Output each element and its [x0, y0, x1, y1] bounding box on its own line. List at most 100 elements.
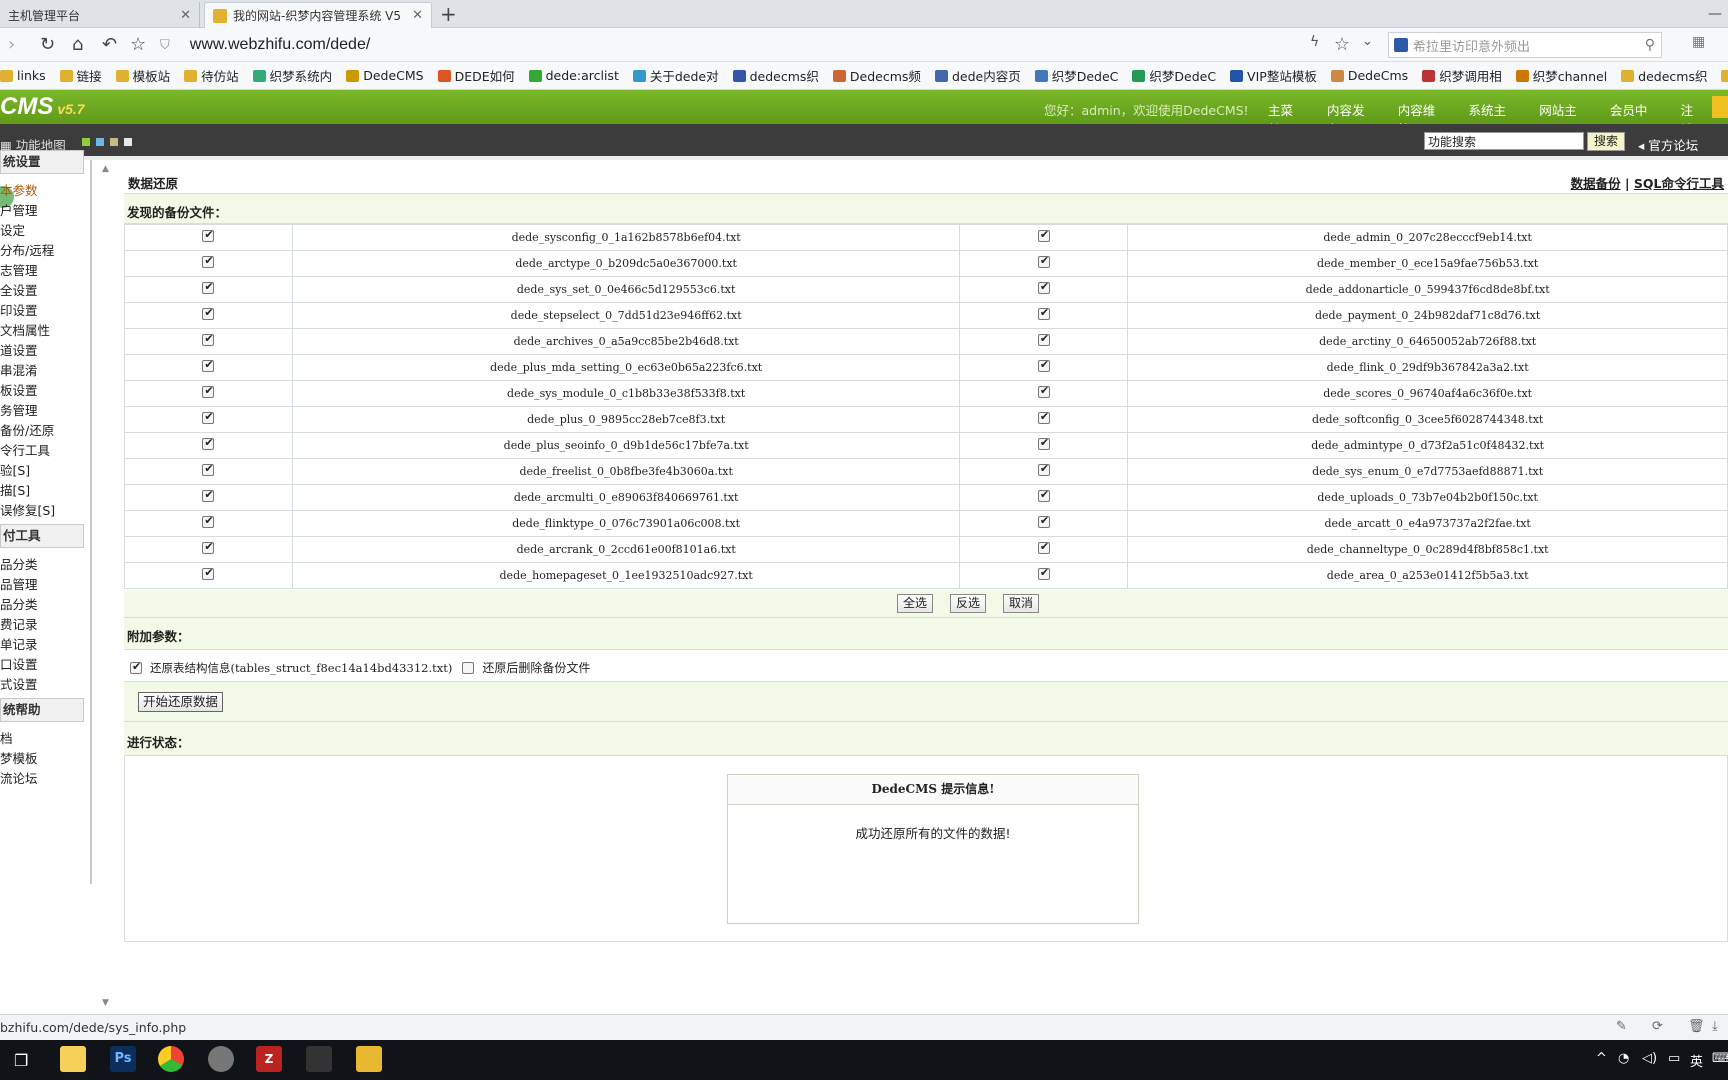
menu-item[interactable]: 验[S] — [0, 460, 30, 479]
close-icon[interactable]: ✕ — [180, 8, 191, 23]
tab-dedecms[interactable]: 我的网站-织梦内容管理系统 V5 ✕ — [204, 2, 432, 28]
bookmark-item[interactable]: dedecms织 — [1621, 66, 1707, 85]
task-view-icon[interactable]: ❐ — [14, 1051, 28, 1070]
bookmark-item[interactable]: 织梦DedeC — [1132, 66, 1216, 85]
file-checkbox[interactable] — [202, 410, 215, 424]
pin-icon[interactable]: ✎ — [1616, 1019, 1627, 1034]
tab-host-panel[interactable]: 主机管理平台 ✕ — [0, 2, 200, 28]
menu-item[interactable]: 令行工具 — [0, 440, 50, 459]
menu-item[interactable]: 品管理 — [0, 574, 38, 593]
photoshop-icon[interactable]: Ps — [110, 1046, 136, 1072]
search-input[interactable]: 希拉里访印意外频出 ⚲ — [1388, 32, 1662, 58]
bookmark-item[interactable]: 关于dede对 — [632, 66, 719, 85]
download-icon[interactable]: ⤓ — [1712, 1019, 1718, 1034]
header-tab-edge[interactable] — [1712, 96, 1728, 118]
menu-item[interactable]: 品分类 — [0, 554, 38, 573]
menu-item[interactable]: 板设置 — [0, 380, 38, 399]
menu-item[interactable]: 误修复[S] — [0, 500, 55, 519]
bookmark-item[interactable]: 织梦调用相 — [1422, 66, 1502, 85]
start-restore-button[interactable]: 开始还原数据 — [138, 692, 224, 712]
bookmark-item[interactable]: DedeCMS — [346, 68, 424, 83]
menu-item[interactable]: 务管理 — [0, 400, 38, 419]
cancel-selection-button[interactable]: 取消 — [1003, 594, 1040, 613]
file-checkbox[interactable] — [1037, 228, 1050, 242]
bookmark-item[interactable]: VIP整站模板 — [1230, 66, 1317, 85]
select-all-button[interactable]: 全选 — [897, 594, 934, 613]
menu-item[interactable]: 口设置 — [0, 654, 38, 673]
menu-item[interactable]: 本参数 — [0, 180, 38, 199]
file-checkbox[interactable] — [1037, 306, 1050, 320]
star-icon[interactable]: ☆ — [130, 34, 146, 55]
bookmark-item[interactable]: Dedecms频 — [832, 66, 921, 85]
skin-green-swatch[interactable] — [82, 138, 90, 146]
bookmark-star-icon[interactable]: ☆ — [1334, 34, 1350, 55]
undo-icon[interactable]: ↶ — [102, 34, 117, 55]
close-icon[interactable]: ✕ — [412, 8, 423, 23]
bookmark-item[interactable]: dede:arclist — [528, 68, 619, 83]
menu-item[interactable]: 串混淆 — [0, 360, 38, 379]
file-checkbox[interactable] — [1037, 332, 1050, 346]
bookmark-item[interactable]: 链接 — [59, 66, 102, 85]
filezilla-icon[interactable]: Z — [256, 1046, 282, 1072]
keyboard-icon[interactable]: ⌨ — [1712, 1051, 1728, 1066]
bookmark-item[interactable]: DEDE如何 — [437, 66, 515, 85]
tray-app-icon[interactable]: ◔ — [1618, 1051, 1629, 1066]
sql-tool-link[interactable]: SQL命令行工具 — [1634, 176, 1724, 191]
file-checkbox[interactable] — [1037, 280, 1050, 294]
file-checkbox[interactable] — [202, 436, 215, 450]
file-checkbox[interactable] — [202, 566, 215, 580]
menu-section-header[interactable]: 统设置 — [0, 150, 84, 174]
file-checkbox[interactable] — [202, 254, 215, 268]
menu-item[interactable]: 描[S] — [0, 480, 30, 499]
user-app-icon[interactable] — [208, 1046, 234, 1072]
network-icon[interactable]: ▭ — [1668, 1051, 1680, 1066]
file-checkbox[interactable] — [202, 306, 215, 320]
skin-blue-swatch[interactable] — [96, 138, 104, 146]
file-checkbox[interactable] — [1037, 436, 1050, 450]
tray-caret[interactable]: ^ — [1596, 1051, 1607, 1066]
bookmark-item[interactable]: 织梦channel — [1515, 66, 1607, 85]
file-checkbox[interactable] — [1037, 254, 1050, 268]
url-field[interactable]: ⛉ www.webzhifu.com/dede/ — [160, 32, 1360, 58]
bookmark-item[interactable]: dedecms织 — [732, 66, 819, 85]
bookmark-item[interactable]: dede内容页 — [934, 66, 1021, 85]
file-checkbox[interactable] — [1037, 358, 1050, 372]
menu-item[interactable]: 式设置 — [0, 674, 38, 693]
official-forum-link[interactable]: ◂ 官方论坛 — [1638, 135, 1698, 154]
file-checkbox[interactable] — [202, 488, 215, 502]
bookmark-item[interactable]: DedeCms — [1330, 68, 1408, 83]
search-icon[interactable]: ⚲ — [1645, 37, 1655, 53]
menu-item[interactable]: 志管理 — [0, 260, 38, 279]
function-search-input[interactable]: 功能搜索 — [1424, 132, 1584, 150]
file-checkbox[interactable] — [202, 540, 215, 554]
lightning-icon[interactable]: ϟ — [1310, 34, 1319, 50]
menu-section-header[interactable]: 统帮助 — [0, 698, 84, 722]
file-checkbox[interactable] — [202, 332, 215, 346]
file-checkbox[interactable] — [1037, 384, 1050, 398]
file-checkbox[interactable] — [1037, 410, 1050, 424]
menu-item[interactable]: 户管理 — [0, 200, 38, 219]
menu-item[interactable]: 道设置 — [0, 340, 38, 359]
menu-item[interactable]: 文档属性 — [0, 320, 50, 339]
scroll-down-icon[interactable]: ▼ — [102, 998, 109, 1008]
file-checkbox[interactable] — [1037, 462, 1050, 476]
restore-structure-checkbox[interactable] — [130, 660, 142, 674]
bookmark-item[interactable]: 织梦DedeC — [1034, 66, 1118, 85]
function-search-button[interactable]: 搜索 — [1587, 132, 1625, 151]
browser-app-icon[interactable] — [158, 1046, 184, 1072]
minimize-icon[interactable]: — — [1708, 6, 1722, 22]
chevron-down-icon[interactable]: ⌄ — [1362, 34, 1373, 49]
menu-section-header[interactable]: 付工具 — [0, 524, 84, 548]
menu-item[interactable]: 设定 — [0, 220, 25, 239]
bookmark-item[interactable]: 待仿站 — [184, 66, 239, 85]
file-checkbox[interactable] — [202, 358, 215, 372]
menu-item[interactable]: 备份/还原 — [0, 420, 54, 439]
terminal-app-icon[interactable] — [306, 1046, 332, 1072]
file-checkbox[interactable] — [202, 462, 215, 476]
file-checkbox[interactable] — [1037, 514, 1050, 528]
file-checkbox[interactable] — [202, 228, 215, 242]
menu-item[interactable]: 单记录 — [0, 634, 38, 653]
refresh-status-icon[interactable]: ⟳ — [1652, 1019, 1663, 1034]
app-store-icon[interactable] — [60, 1046, 86, 1072]
menu-item[interactable]: 档 — [0, 728, 13, 747]
